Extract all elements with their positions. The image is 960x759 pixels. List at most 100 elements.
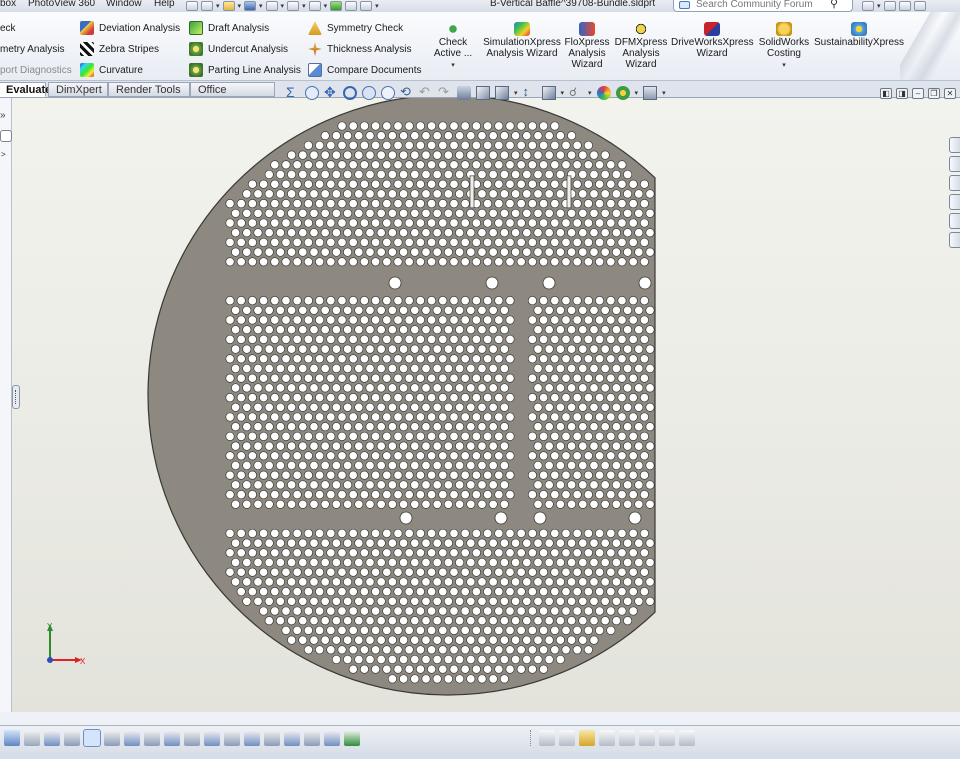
pattern-tool-icon[interactable]	[264, 730, 280, 746]
hide-show-items-icon[interactable]: ↕	[523, 85, 537, 100]
spline-tool-icon[interactable]	[184, 730, 200, 746]
menu-item-window[interactable]: Window	[106, 0, 142, 9]
undo-icon[interactable]	[287, 1, 300, 11]
minimize-window-icon[interactable]	[883, 1, 896, 11]
apply-scene-icon[interactable]: ☌	[569, 86, 583, 100]
expand-pane-icon[interactable]: »	[0, 110, 6, 121]
menu-item-photoview[interactable]: PhotoView 360	[28, 0, 95, 9]
compare-documents-button[interactable]: Compare Documents	[308, 61, 421, 79]
undo-view-icon[interactable]: ↶	[419, 85, 433, 100]
rebuild-icon[interactable]	[330, 1, 343, 11]
symmetry-check-button[interactable]: Symmetry Check	[308, 19, 403, 37]
tree-expand-icon[interactable]: >	[1, 150, 6, 159]
broken-view-icon[interactable]	[679, 730, 695, 746]
tile-left-icon[interactable]: ◧	[880, 88, 892, 99]
smart-dimension-icon[interactable]	[4, 730, 20, 746]
check-active-dropdown-icon[interactable]: ▾	[451, 62, 455, 69]
doc-close-icon[interactable]: ✕	[944, 88, 956, 99]
tab-office-products[interactable]: Office Products	[190, 82, 275, 110]
curvature-button[interactable]: Curvature	[80, 61, 143, 79]
file-properties-icon[interactable]	[345, 1, 358, 11]
mirror-tool-icon[interactable]	[244, 730, 260, 746]
help-icon[interactable]	[862, 1, 874, 11]
sustainabilityxpress-button[interactable]: SustainabilityXpress	[814, 22, 904, 48]
sketch-plane-icon[interactable]	[44, 730, 60, 746]
restore-window-icon[interactable]	[898, 1, 911, 11]
new-document-icon[interactable]	[201, 1, 213, 11]
centerline-tool-icon[interactable]	[324, 730, 340, 746]
tab-render-tools[interactable]: Render Tools	[108, 82, 190, 97]
simulationxpress-button[interactable]: SimulationXpress Analysis Wizard	[483, 22, 561, 59]
edit-appearance-icon[interactable]	[541, 86, 556, 100]
pin-icon[interactable]	[186, 1, 198, 11]
sketch-tool-icon[interactable]	[24, 730, 40, 746]
baffle-part-model[interactable]	[12, 98, 960, 712]
arc-tool-icon[interactable]	[164, 730, 180, 746]
zoom-area-icon[interactable]	[362, 86, 376, 100]
custom-properties-icon[interactable]	[949, 232, 960, 248]
previous-view-icon[interactable]: ⟲	[400, 85, 414, 100]
deviation-analysis-button[interactable]: Deviation Analysis	[80, 19, 180, 37]
view-orientation-icon[interactable]	[476, 86, 490, 100]
line-tool-icon[interactable]	[104, 730, 120, 746]
redo-view-icon[interactable]: ↷	[438, 85, 452, 100]
save-icon[interactable]	[244, 1, 257, 11]
solidworks-resources-icon[interactable]	[949, 137, 960, 153]
scene-icon[interactable]	[615, 86, 630, 100]
pane-splitter-handle[interactable]	[12, 385, 20, 409]
print-icon[interactable]	[265, 1, 278, 11]
driveworksxpress-button[interactable]: DriveWorksXpress Wizard	[671, 22, 754, 59]
close-window-icon[interactable]	[913, 1, 926, 11]
menu-item-help[interactable]: Help	[154, 0, 175, 9]
projected-view-icon[interactable]	[599, 730, 615, 746]
check-active-button[interactable]: Check Active ... ▾	[431, 22, 475, 71]
undercut-analysis-button[interactable]: Undercut Analysis	[189, 40, 288, 58]
floxpress-button[interactable]: FloXpress Analysis Wizard	[564, 22, 610, 70]
detail-view-icon[interactable]	[639, 730, 655, 746]
model-view-icon[interactable]	[559, 730, 575, 746]
point-tool-icon[interactable]	[304, 730, 320, 746]
note-icon[interactable]	[579, 730, 595, 746]
search-box[interactable]: Search Community Forum ⚲	[673, 0, 853, 12]
section-view-icon[interactable]	[457, 86, 471, 100]
view-palette-icon[interactable]	[949, 194, 960, 210]
display-style-icon[interactable]	[495, 86, 509, 100]
zebra-stripes-button[interactable]: Zebra Stripes	[80, 40, 159, 58]
check-button[interactable]: eck	[0, 19, 16, 37]
doc-minimize-icon[interactable]: –	[912, 88, 924, 99]
doc-restore-icon[interactable]: ❐	[928, 88, 940, 99]
tab-evaluate[interactable]: Evaluate	[0, 82, 51, 97]
draft-analysis-button[interactable]: Draft Analysis	[189, 19, 269, 37]
fix-relation-icon[interactable]	[344, 730, 360, 746]
design-library-icon[interactable]	[949, 156, 960, 172]
search-input[interactable]: Search Community Forum	[696, 0, 813, 10]
sketch-edit-icon[interactable]	[64, 730, 80, 746]
zoom-in-out-icon[interactable]	[381, 86, 395, 100]
import-diagnostics-button[interactable]: port Diagnostics	[0, 61, 72, 79]
rotate-view-icon[interactable]	[343, 86, 357, 100]
filter-box[interactable]	[0, 130, 12, 142]
thickness-analysis-button[interactable]: Thickness Analysis	[308, 40, 411, 58]
menu-item-toolbox[interactable]: box	[0, 0, 16, 9]
circle-tool-icon[interactable]	[144, 730, 160, 746]
tile-right-icon[interactable]: ◨	[896, 88, 908, 99]
costing-dropdown-icon[interactable]: ▾	[782, 62, 786, 69]
rectangle-tool-icon[interactable]	[124, 730, 140, 746]
section-line-icon[interactable]	[619, 730, 635, 746]
open-folder-icon[interactable]	[222, 1, 235, 11]
appearance-color-icon[interactable]	[596, 86, 611, 100]
relations-tool-icon[interactable]	[284, 730, 300, 746]
file-explorer-icon[interactable]	[949, 175, 960, 191]
appearances-scenes-icon[interactable]	[949, 213, 960, 229]
options-icon[interactable]	[360, 1, 373, 11]
selected-sketch-tool-icon[interactable]	[83, 729, 101, 747]
trim-tool-icon[interactable]	[204, 730, 220, 746]
search-icon[interactable]: ⚲	[830, 0, 838, 10]
drawing-view-icon[interactable]	[539, 730, 555, 746]
graphics-area[interactable]	[12, 98, 960, 712]
crop-view-icon[interactable]	[659, 730, 675, 746]
parting-line-analysis-button[interactable]: Parting Line Analysis	[189, 61, 301, 79]
sum-icon[interactable]: Σ	[286, 85, 300, 100]
geometry-analysis-button[interactable]: metry Analysis	[0, 40, 64, 58]
zoom-to-fit-icon[interactable]	[305, 86, 319, 100]
